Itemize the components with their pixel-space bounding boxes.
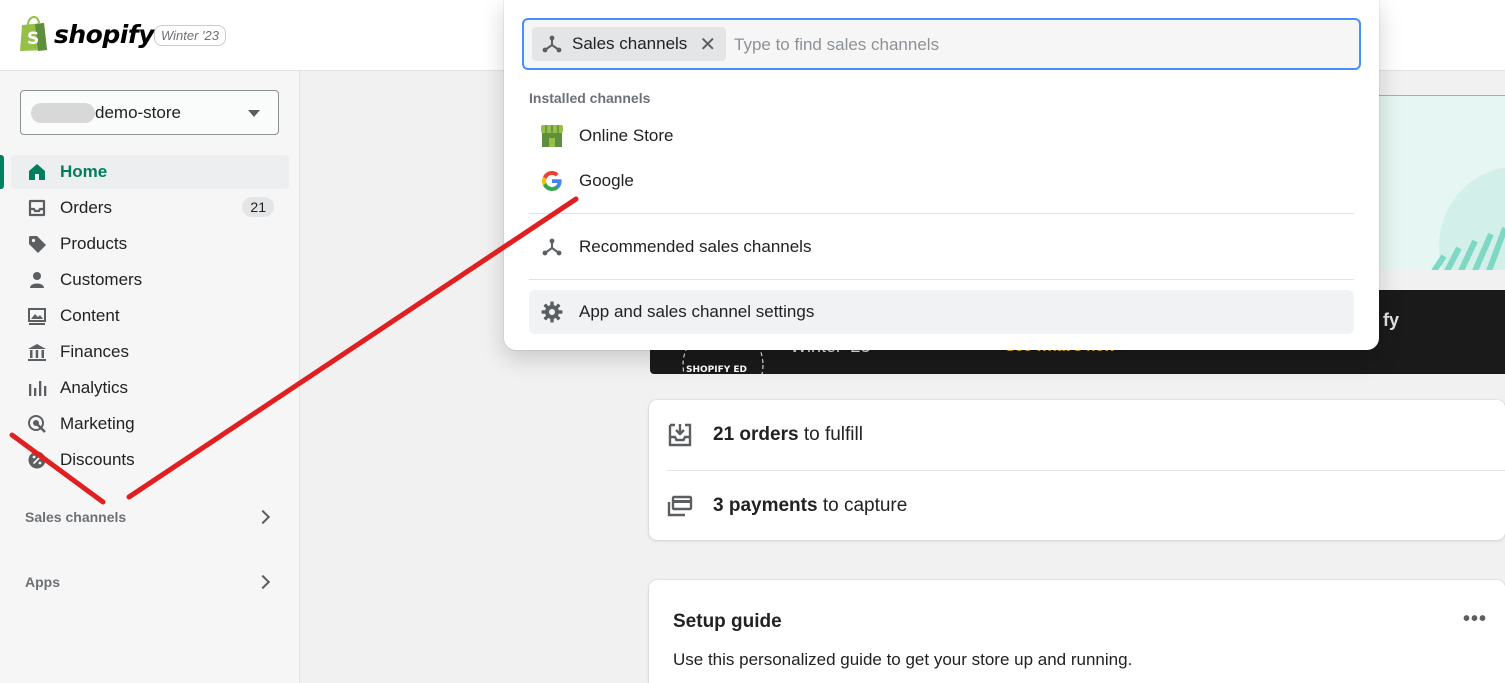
content-icon xyxy=(26,305,48,327)
credit-card-icon xyxy=(667,495,693,517)
apps-section-heading[interactable]: Apps xyxy=(25,574,60,590)
sidebar-item-home[interactable]: Home xyxy=(11,155,289,189)
remove-filter-icon[interactable]: ✕ xyxy=(699,32,716,57)
discount-icon xyxy=(26,449,48,471)
sidebar-item-label: Finances xyxy=(60,342,129,361)
svg-text:SHOPIFY ED: SHOPIFY ED xyxy=(686,365,747,374)
person-icon xyxy=(26,269,48,291)
setup-guide-subtitle: Use this personalized guide to get your … xyxy=(673,650,1133,669)
shopify-logo[interactable]: S shopify xyxy=(18,16,155,52)
recommended-sales-channels-item[interactable]: Recommended sales channels xyxy=(529,225,1354,269)
shopify-bag-icon: S xyxy=(20,16,47,51)
sales-channels-icon xyxy=(542,35,562,53)
task-row-fulfill[interactable]: 21 orders to fulfill xyxy=(649,400,1505,470)
channel-google[interactable]: Google xyxy=(529,159,1354,203)
sidebar-item-customers[interactable]: Customers xyxy=(11,263,289,297)
gear-icon xyxy=(539,299,565,325)
orders-icon xyxy=(26,197,48,219)
more-actions-icon[interactable]: ••• xyxy=(1463,608,1487,631)
online-store-icon xyxy=(539,123,565,149)
channel-label: Google xyxy=(579,171,634,190)
promo-illustration xyxy=(1379,95,1505,270)
settings-label: App and sales channel settings xyxy=(579,302,815,321)
divider xyxy=(529,213,1354,214)
filter-chip[interactable]: Sales channels ✕ xyxy=(532,27,727,61)
edition-badge: Winter '23 xyxy=(154,25,226,46)
task-row-capture[interactable]: 3 payments to capture xyxy=(649,471,1505,541)
sidebar: demo-store Home Orders 21 Products Custo… xyxy=(0,71,300,683)
orders-count-badge: 21 xyxy=(242,197,274,217)
sidebar-item-discounts[interactable]: Discounts xyxy=(11,443,289,477)
home-icon xyxy=(26,161,48,183)
task-text: 3 payments to capture xyxy=(713,495,908,516)
sidebar-item-content[interactable]: Content xyxy=(11,299,289,333)
task-text: 21 orders to fulfill xyxy=(713,424,863,445)
chevron-right-icon[interactable] xyxy=(255,509,271,525)
store-selector[interactable]: demo-store xyxy=(20,90,279,135)
marketing-icon xyxy=(26,413,48,435)
search-input[interactable] xyxy=(734,32,1334,58)
sidebar-item-label: Orders xyxy=(60,198,112,217)
sidebar-item-label: Content xyxy=(60,306,120,325)
banner-partial-text: fy xyxy=(1383,310,1400,330)
sidebar-item-label: Analytics xyxy=(60,378,129,397)
channel-label: Online Store xyxy=(579,126,674,145)
analytics-icon xyxy=(26,377,48,399)
active-indicator xyxy=(0,155,4,189)
store-name: demo-store xyxy=(95,102,181,122)
divider xyxy=(529,279,1354,280)
installed-channels-heading: Installed channels xyxy=(529,90,651,106)
svg-text:S: S xyxy=(27,29,39,49)
store-avatar-redacted xyxy=(31,102,95,123)
setup-guide-card: Setup guide Use this personalized guide … xyxy=(649,580,1505,683)
search-field[interactable]: Sales channels ✕ xyxy=(522,18,1361,70)
sidebar-item-analytics[interactable]: Analytics xyxy=(11,371,289,405)
recommended-label: Recommended sales channels xyxy=(579,237,812,256)
sidebar-item-finances[interactable]: Finances xyxy=(11,335,289,369)
chip-label: Sales channels xyxy=(572,34,688,53)
sidebar-item-orders[interactable]: Orders 21 xyxy=(11,191,289,225)
chevron-right-icon[interactable] xyxy=(255,574,271,590)
caret-down-icon xyxy=(248,110,260,117)
sales-channels-icon xyxy=(539,234,565,260)
setup-guide-title: Setup guide xyxy=(673,611,782,632)
illustration-rays-icon xyxy=(1431,226,1505,270)
sales-channels-section-heading[interactable]: Sales channels xyxy=(25,509,126,525)
sidebar-item-label: Products xyxy=(60,234,128,253)
tag-icon xyxy=(26,233,48,255)
sidebar-item-products[interactable]: Products xyxy=(11,227,289,261)
google-icon xyxy=(539,168,565,194)
sidebar-item-label: Discounts xyxy=(60,450,135,469)
sidebar-item-label: Customers xyxy=(60,270,143,289)
sidebar-item-marketing[interactable]: Marketing xyxy=(11,407,289,441)
logo-wordmark: shopify xyxy=(54,19,155,49)
bank-icon xyxy=(26,341,48,363)
inbox-download-icon xyxy=(668,423,692,447)
sales-channels-popover: Sales channels ✕ Installed channels Onli… xyxy=(504,0,1379,350)
sidebar-item-label: Home xyxy=(60,162,108,181)
sidebar-item-label: Marketing xyxy=(60,414,135,433)
channel-online-store[interactable]: Online Store xyxy=(529,114,1354,158)
tasks-card: 21 orders to fulfill 3 payments to captu… xyxy=(649,400,1505,540)
app-settings-item[interactable]: App and sales channel settings xyxy=(529,290,1354,334)
